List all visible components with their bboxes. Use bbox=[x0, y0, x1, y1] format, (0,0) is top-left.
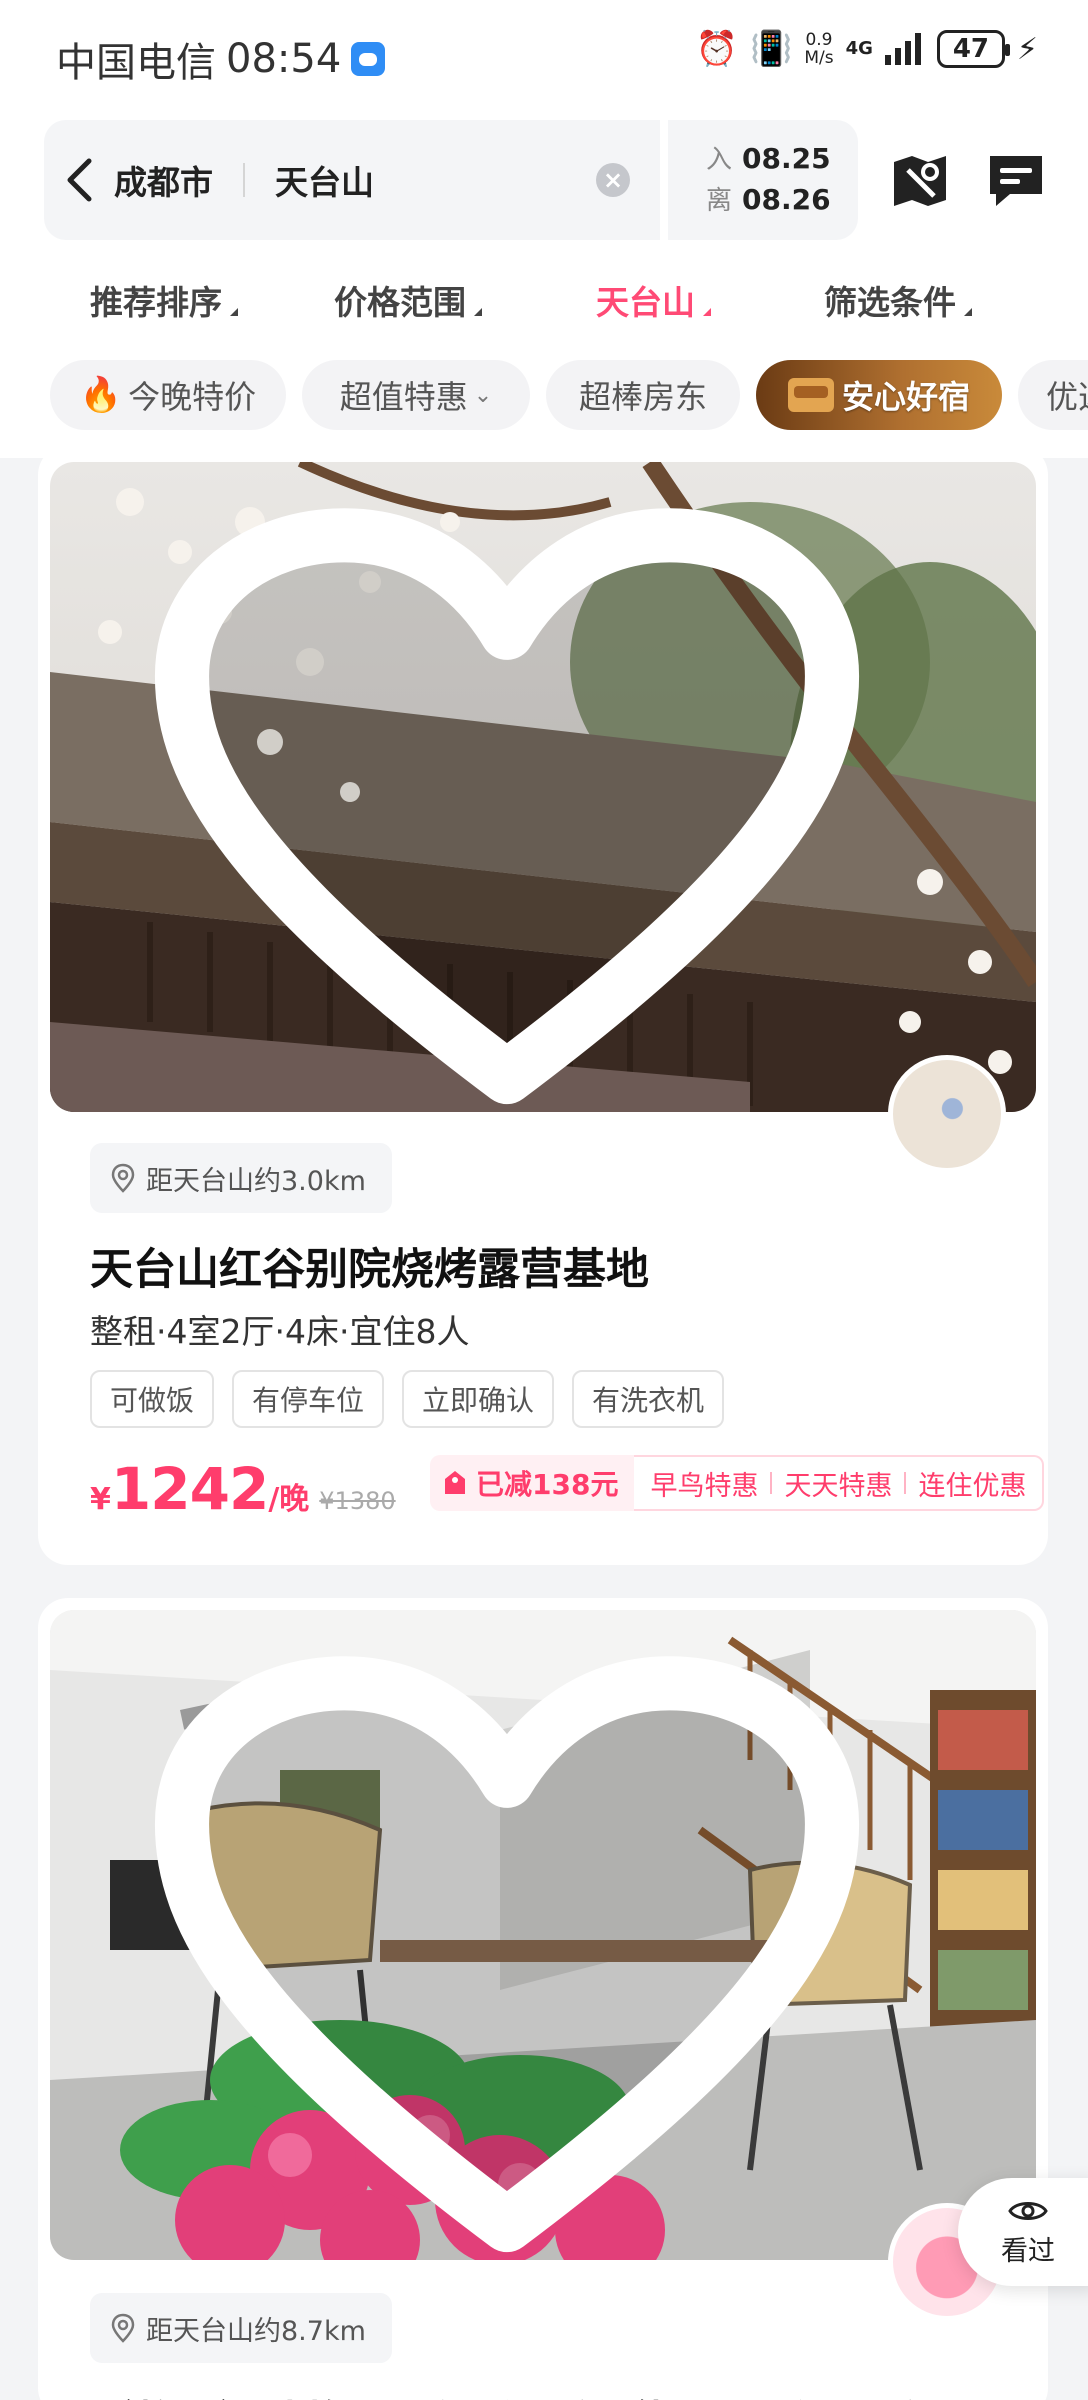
favorite-heart-icon[interactable] bbox=[50, 1640, 1000, 2260]
battery-level: 47 bbox=[952, 34, 990, 64]
chip-label: 优选 bbox=[1046, 378, 1088, 416]
promo-badge: 已减138元 早鸟特惠 天天特惠 连住优惠 bbox=[430, 1455, 1045, 1511]
host-avatar[interactable] bbox=[888, 1055, 1006, 1173]
eye-icon bbox=[1008, 2201, 1048, 2220]
chip-label: 超棒房东 bbox=[578, 378, 707, 416]
carrier-label: 中国电信 bbox=[56, 40, 216, 86]
distance-tag: 距天台山约3.0km bbox=[90, 1143, 392, 1213]
clear-icon[interactable]: × bbox=[596, 163, 630, 197]
price-value: 1242 bbox=[110, 1455, 269, 1523]
divider bbox=[243, 163, 245, 197]
promo-list: 早鸟特惠 天天特惠 连住优惠 bbox=[634, 1455, 1045, 1511]
back-button[interactable] bbox=[44, 120, 114, 240]
checkout-label: 离 bbox=[706, 186, 733, 216]
status-bar: 中国电信 08:54 ⏰ 📳 0.9 M/s 4G 47 ⚡ bbox=[0, 0, 1088, 110]
price-unit: /晚 bbox=[268, 1482, 310, 1517]
currency-symbol: ¥ bbox=[90, 1482, 111, 1517]
charging-icon: ⚡ bbox=[1016, 31, 1038, 67]
network-type: 4G bbox=[845, 38, 873, 59]
recently-viewed-label: 看过 bbox=[1001, 2235, 1055, 2267]
listing-photo[interactable] bbox=[50, 462, 1036, 1112]
chip-preferred[interactable]: 优选 bbox=[1018, 360, 1088, 430]
chip-safe-stay[interactable]: 安心好宿 bbox=[756, 360, 1002, 430]
clock: 08:54 bbox=[226, 36, 342, 82]
divider bbox=[770, 1472, 773, 1494]
promo-multi-night: 连住优惠 bbox=[918, 1470, 1027, 1502]
checkout-row: 离 08.26 bbox=[706, 180, 858, 221]
search-keyword[interactable]: 天台山 bbox=[275, 156, 596, 204]
city-selector[interactable]: 成都市 bbox=[114, 156, 213, 204]
tab-location-label: 天台山 bbox=[596, 283, 695, 322]
recently-viewed-button[interactable]: 看过 bbox=[958, 2178, 1088, 2286]
speed-unit: M/s bbox=[804, 48, 834, 68]
tab-price-label: 价格范围 bbox=[334, 283, 466, 322]
chip-great-host[interactable]: 超棒房东 bbox=[546, 360, 740, 430]
status-left: 中国电信 08:54 bbox=[56, 30, 386, 88]
promo-daily: 天天特惠 bbox=[784, 1470, 893, 1502]
header-area: 中国电信 08:54 ⏰ 📳 0.9 M/s 4G 47 ⚡ 成都市 天台山 ×… bbox=[0, 0, 1088, 458]
chevron-left-icon bbox=[67, 158, 92, 202]
listing-subtitle: 整租·4室2厅·4床·宜住8人 bbox=[90, 1312, 470, 1351]
checkin-row: 入 08.25 bbox=[706, 139, 858, 180]
promo-early-bird: 早鸟特惠 bbox=[650, 1470, 759, 1502]
tab-sort[interactable]: 推荐排序 bbox=[90, 276, 238, 324]
divider bbox=[904, 1472, 907, 1494]
price-row: ¥ 1242 /晚 ¥1380 已减138元 早鸟特惠 天天特惠 连住优惠 bbox=[90, 1455, 1048, 1525]
distance-label: 距天台山约3.0km bbox=[146, 1165, 366, 1197]
date-selector[interactable]: 入 08.25 离 08.26 bbox=[668, 120, 858, 240]
tab-location[interactable]: 天台山 bbox=[596, 276, 711, 324]
chip-label: 今晚特价 bbox=[128, 378, 257, 416]
dropdown-icon bbox=[474, 308, 482, 316]
original-price: ¥1380 bbox=[319, 1487, 396, 1515]
checkin-date: 08.25 bbox=[742, 142, 831, 175]
quick-filter-chips: 🔥今晚特价 超值特惠⌄ 超棒房东 安心好宿 优选 bbox=[0, 360, 1088, 434]
location-pin-icon bbox=[111, 2313, 135, 2343]
vibrate-icon: 📳 bbox=[750, 29, 793, 69]
message-icon[interactable] bbox=[984, 148, 1048, 212]
listing-card[interactable]: 距天台山约3.0km 天台山红谷别院烧烤露营基地 整租·4室2厅·4床·宜住8人… bbox=[38, 445, 1048, 1565]
price-tag-icon bbox=[445, 1471, 465, 1494]
message-notification-icon bbox=[351, 42, 386, 76]
checkout-date: 08.26 bbox=[742, 183, 831, 216]
speed-value: 0.9 bbox=[805, 30, 833, 50]
discount-badge: 已减138元 bbox=[430, 1455, 635, 1511]
favorite-heart-icon[interactable] bbox=[50, 492, 1000, 1112]
listing-photo[interactable] bbox=[50, 1610, 1036, 2260]
tab-sort-label: 推荐排序 bbox=[90, 283, 222, 322]
chip-value-deal[interactable]: 超值特惠 ⌄ bbox=[302, 360, 530, 430]
distance-tag: 距天台山约8.7km bbox=[90, 2293, 392, 2363]
dropdown-icon bbox=[230, 308, 238, 316]
tab-filters-label: 筛选条件 bbox=[824, 283, 956, 322]
network-speed: 0.9 M/s bbox=[804, 31, 833, 67]
discount-label: 已减138元 bbox=[476, 1468, 619, 1501]
chip-label: 安心好宿 bbox=[841, 378, 970, 416]
listing-title[interactable]: 天台山红谷别院烧烤露营基地 bbox=[90, 1235, 649, 1297]
dropdown-icon bbox=[703, 308, 711, 316]
status-right: ⏰ 📳 0.9 M/s 4G 47 ⚡ bbox=[696, 30, 1038, 68]
distance-label: 距天台山约8.7km bbox=[146, 2315, 366, 2347]
location-pin-icon bbox=[111, 1163, 135, 1193]
listing-card[interactable]: 距天台山约8.7km （整租）独栋loft复式一个（投影/影视/K歌/ bbox=[38, 1598, 1048, 2400]
listing-title[interactable]: （整租）独栋loft复式一个（投影/影视/K歌/ bbox=[90, 2388, 942, 2400]
map-icon[interactable] bbox=[888, 148, 952, 212]
chevron-down-icon: ⌄ bbox=[473, 382, 493, 408]
tab-filters[interactable]: 筛选条件 bbox=[824, 276, 972, 324]
amenity-tag: 有停车位 bbox=[232, 1370, 385, 1428]
flame-icon: 🔥 bbox=[79, 375, 123, 415]
tab-price-range[interactable]: 价格范围 bbox=[334, 276, 482, 324]
filter-tabs: 推荐排序 价格范围 天台山 筛选条件 bbox=[0, 262, 1088, 342]
sofa-icon bbox=[787, 378, 834, 412]
checkin-label: 入 bbox=[706, 145, 733, 175]
search-bar[interactable]: 成都市 天台山 × bbox=[44, 120, 660, 240]
amenity-tags: 可做饭 有停车位 立即确认 有洗衣机 bbox=[90, 1370, 725, 1428]
dropdown-icon bbox=[964, 308, 972, 316]
amenity-tag: 立即确认 bbox=[402, 1370, 555, 1428]
chip-tonight-deal[interactable]: 🔥 今晚特价 bbox=[50, 360, 286, 430]
signal-icon bbox=[884, 33, 921, 65]
chip-label: 超值特惠 bbox=[339, 378, 468, 416]
amenity-tag: 有洗衣机 bbox=[572, 1370, 725, 1428]
alarm-icon: ⏰ bbox=[695, 29, 738, 69]
battery-icon: 47 bbox=[936, 30, 1010, 68]
amenity-tag: 可做饭 bbox=[90, 1370, 215, 1428]
